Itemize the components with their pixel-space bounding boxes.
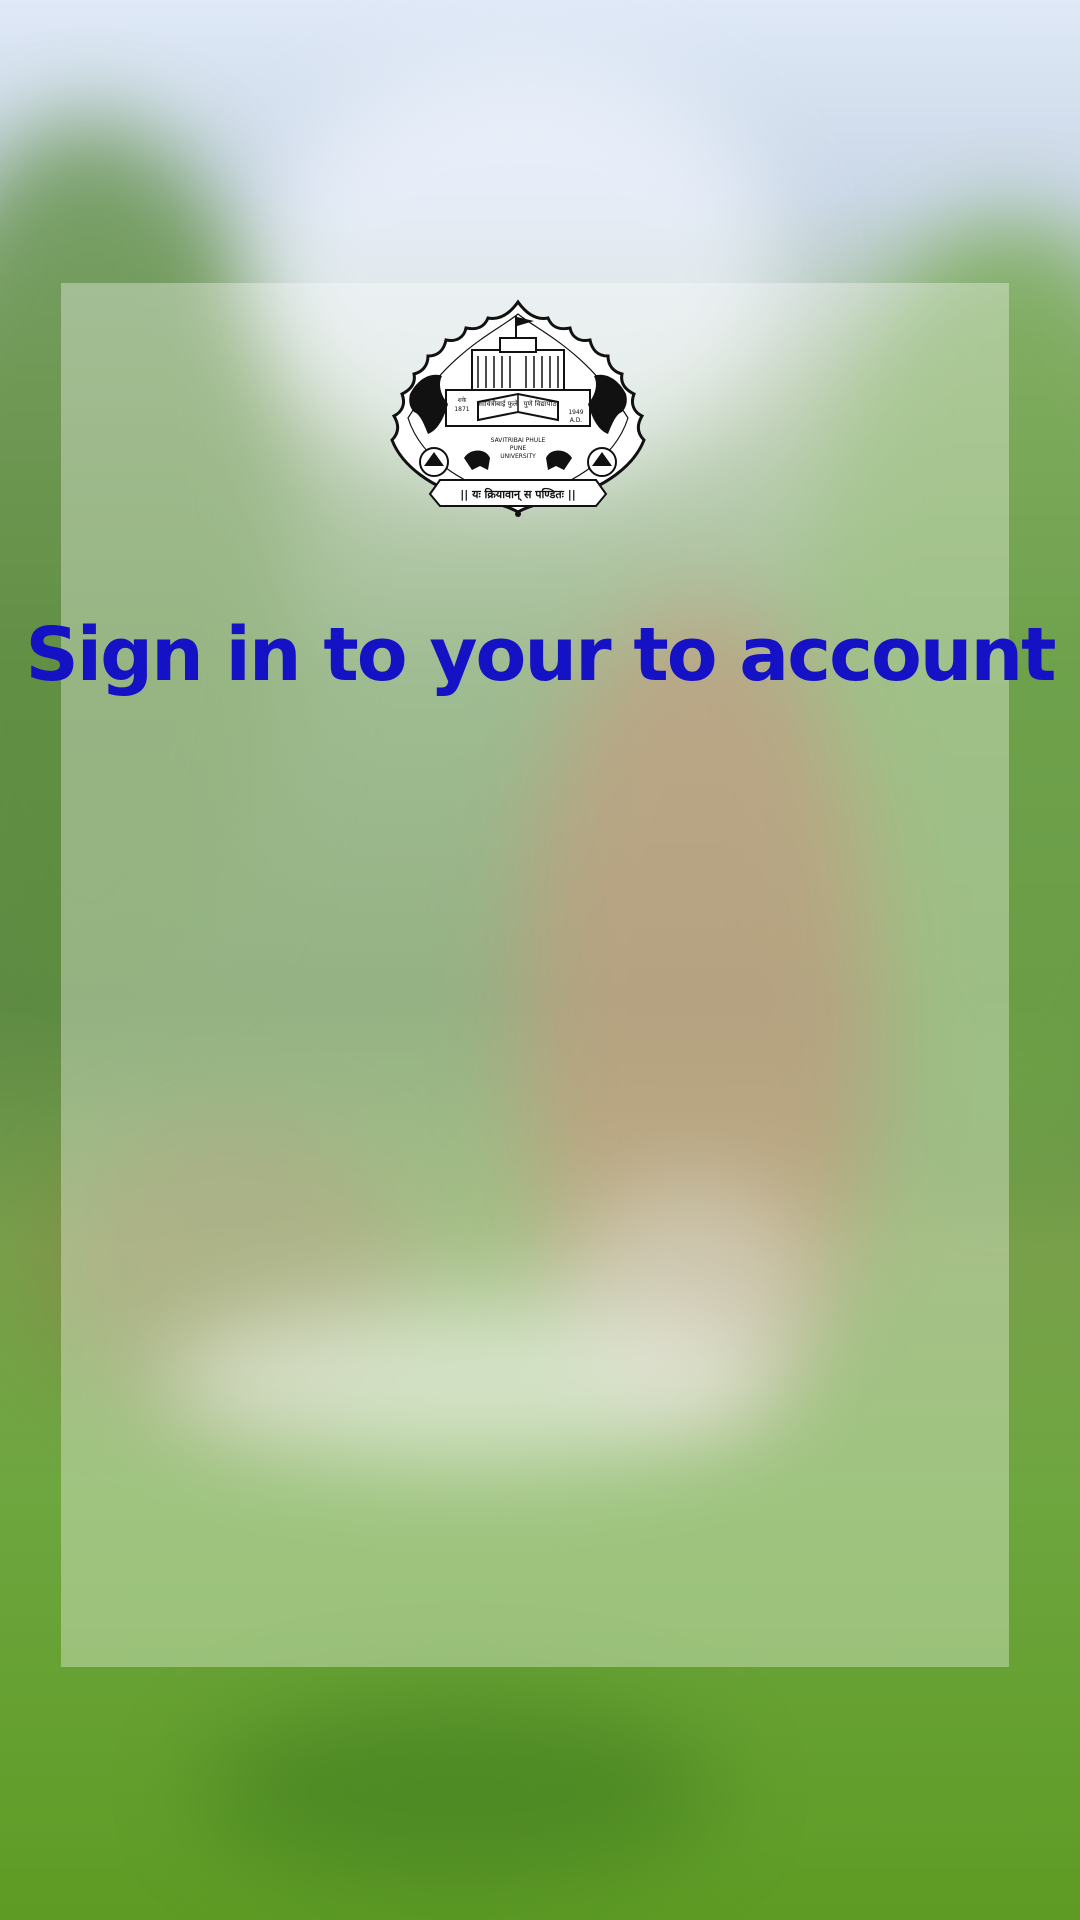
svg-text:SAVITRIBAI PHULE: SAVITRIBAI PHULE <box>491 437 546 444</box>
svg-text:सावित्रीबाई फुले: सावित्रीबाई फुले <box>478 399 518 408</box>
page-title: Sign in to your to account <box>25 612 1056 698</box>
svg-text:1949: 1949 <box>568 409 583 416</box>
university-seal-icon: सावित्रीबाई फुले पुणे विद्यापीठ शके 1871… <box>390 299 646 517</box>
svg-text:1871: 1871 <box>454 406 469 413</box>
svg-text:UNIVERSITY: UNIVERSITY <box>500 453 536 460</box>
svg-text:शके: शके <box>458 396 467 404</box>
svg-text:|| यः क्रियावान् स पण्डितः ||: || यः क्रियावान् स पण्डितः || <box>460 487 576 502</box>
svg-text:PUNE: PUNE <box>510 445 526 452</box>
svg-text:A.D.: A.D. <box>570 417 583 424</box>
svg-text:पुणे विद्यापीठ: पुणे विद्यापीठ <box>523 399 557 408</box>
